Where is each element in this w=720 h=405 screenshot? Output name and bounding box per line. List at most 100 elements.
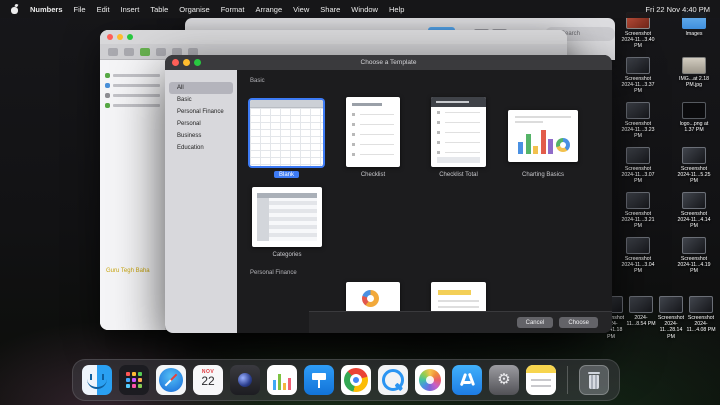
sheet-list-item[interactable] (100, 90, 165, 100)
file-label: Screenshot 2024-11...3.23 PM (621, 121, 655, 140)
sidebar-item-basic[interactable]: Basic (169, 94, 233, 106)
menu-clock[interactable]: Fri 22 Nov 4:40 PM (645, 5, 710, 14)
zoom-button[interactable] (124, 47, 134, 56)
gear-icon: ⚙ (497, 371, 511, 388)
file-label: Screenshot 2024-11...5.25 PM (677, 166, 711, 185)
numbers-title-bar (100, 30, 567, 44)
file-label: Screenshot 2024-11...3.04 PM (621, 256, 655, 275)
desktop-icon-screenshot[interactable]: Screenshot 2024-11...28.14 PM (656, 296, 686, 340)
template-card-checklist-total[interactable] (431, 97, 486, 167)
desktop-icon-screenshot[interactable]: 2024-11...8.54 PM (626, 296, 656, 327)
template-label-blank: Blank (250, 171, 323, 178)
template-label-charting-basics: Charting Basics (521, 172, 565, 178)
dock-photo-booth-icon[interactable] (230, 365, 260, 395)
menu-item-file[interactable]: File (74, 5, 86, 14)
template-card-charting-basics[interactable] (508, 110, 578, 162)
dock-finder-icon[interactable] (82, 365, 112, 395)
template-label-checklist-total: Checklist Total (439, 172, 478, 178)
menu-item-edit[interactable]: Edit (97, 5, 110, 14)
insert-button[interactable] (140, 47, 150, 56)
template-grid: Basic Blank Checklist Checklist Total Ch… (237, 70, 612, 333)
sheet-list-item[interactable] (100, 80, 165, 90)
file-thumbnail (682, 192, 706, 209)
file-label: Screenshot 2024-11...4.08 PM (686, 315, 716, 334)
desktop-icon-screenshot[interactable]: Screenshot 2024-11...3.07 PM (620, 147, 656, 185)
file-label: Images (685, 31, 703, 37)
desktop-icon-screenshot[interactable]: Screenshot 2024-11...3.04 PM (620, 237, 656, 275)
template-card-blank[interactable] (250, 100, 323, 166)
dock-safari-icon[interactable] (156, 365, 186, 395)
dock-quicktime-icon[interactable] (378, 365, 408, 395)
menu-item-window[interactable]: Window (351, 5, 378, 14)
sidebar-item-all[interactable]: All (169, 82, 233, 94)
file-thumbnail (626, 192, 650, 209)
file-thumbnail (626, 237, 650, 254)
apple-menu-icon[interactable] (10, 2, 19, 15)
menu-item-format[interactable]: Format (221, 5, 245, 14)
menu-item-insert[interactable]: Insert (121, 5, 140, 14)
template-label-categories: Categories (272, 252, 302, 258)
dock-divider (567, 366, 568, 394)
file-thumbnail (626, 57, 650, 74)
calendar-day: 22 (201, 374, 215, 388)
dock: NOV 22 ⚙ (72, 359, 620, 401)
sheet-list-item[interactable] (100, 100, 165, 110)
dock-photos-icon[interactable] (415, 365, 445, 395)
dock-settings-icon[interactable]: ⚙ (489, 365, 519, 395)
desktop-icon-screenshot[interactable]: Screenshot 2024-11...4.14 PM (676, 192, 712, 230)
sidebar-item-business[interactable]: Business (169, 130, 233, 142)
sidebar-item-education[interactable]: Education (169, 142, 233, 154)
file-thumbnail (682, 147, 706, 164)
minimize-button[interactable] (117, 34, 123, 40)
dock-notes-icon[interactable] (526, 365, 556, 395)
dialog-title: Choose a Template (360, 59, 417, 66)
calendar-event-text[interactable]: Guru Tegh Baha (106, 268, 150, 274)
desktop-icon-image-file[interactable]: IMG...at 2.18 PM.jpg (676, 57, 712, 88)
menu-item-table[interactable]: Table (150, 5, 168, 14)
numbers-sidebar: Guru Tegh Baha (100, 60, 166, 330)
dock-calendar-icon[interactable]: NOV 22 (193, 365, 223, 395)
dock-keynote-icon[interactable] (304, 365, 334, 395)
desktop-icon-screenshot[interactable]: Screenshot 2024-11...4.19 PM (676, 237, 712, 275)
file-label: Screenshot 2024-11...4.14 PM (677, 211, 711, 230)
file-label: logo...png at 1.37 PM (679, 121, 709, 134)
close-button[interactable] (107, 34, 113, 40)
desktop-icon-screenshot[interactable]: Screenshot 2024-11...4.08 PM (686, 296, 716, 334)
desktop-icon-screenshot[interactable]: Screenshot 2024-11...5.25 PM (676, 147, 712, 185)
desktop-icon-image-file[interactable]: logo...png at 1.37 PM (676, 102, 712, 133)
menu-item-arrange[interactable]: Arrange (255, 5, 282, 14)
file-thumbnail (682, 102, 706, 119)
desktop: Numbers File Edit Insert Table Organise … (0, 0, 720, 405)
menu-item-organise[interactable]: Organise (179, 5, 209, 14)
view-button[interactable] (108, 47, 118, 56)
menu-item-view[interactable]: View (293, 5, 309, 14)
sheet-list-item[interactable] (100, 70, 165, 80)
sidebar-item-personal-finance[interactable]: Personal Finance (169, 106, 233, 118)
menu-item-help[interactable]: Help (389, 5, 404, 14)
dock-chrome-icon[interactable] (341, 365, 371, 395)
menu-app-name[interactable]: Numbers (30, 5, 63, 14)
section-label-basic: Basic (250, 78, 265, 84)
dock-app-store-icon[interactable] (452, 365, 482, 395)
dock-trash-icon[interactable] (579, 365, 609, 395)
sheet-icon (105, 92, 110, 98)
desktop-icon-screenshot[interactable]: Screenshot 2024-11...3.23 PM (620, 102, 656, 140)
cancel-button[interactable]: Cancel (516, 317, 554, 328)
sidebar-item-personal[interactable]: Personal (169, 118, 233, 130)
sheet-icon (105, 82, 110, 88)
desktop-icon-screenshot[interactable]: Screenshot 2024-11...3.37 PM (620, 57, 656, 95)
file-thumbnail (629, 296, 653, 313)
dock-launchpad-icon[interactable] (119, 365, 149, 395)
file-thumbnail (659, 296, 683, 313)
menu-item-share[interactable]: Share (320, 5, 340, 14)
template-card-checklist[interactable] (346, 97, 400, 167)
file-thumbnail (682, 237, 706, 254)
file-label: Screenshot 2024-11...3.40 PM (621, 31, 655, 50)
file-thumbnail (626, 147, 650, 164)
choose-button[interactable]: Choose (559, 317, 598, 328)
file-label: Screenshot 2024-11...3.37 PM (621, 76, 655, 95)
dock-numbers-icon[interactable] (267, 365, 297, 395)
desktop-icon-screenshot[interactable]: Screenshot 2024-11...3.21 PM (620, 192, 656, 230)
zoom-button[interactable] (127, 34, 133, 40)
template-card-categories[interactable] (252, 187, 322, 247)
